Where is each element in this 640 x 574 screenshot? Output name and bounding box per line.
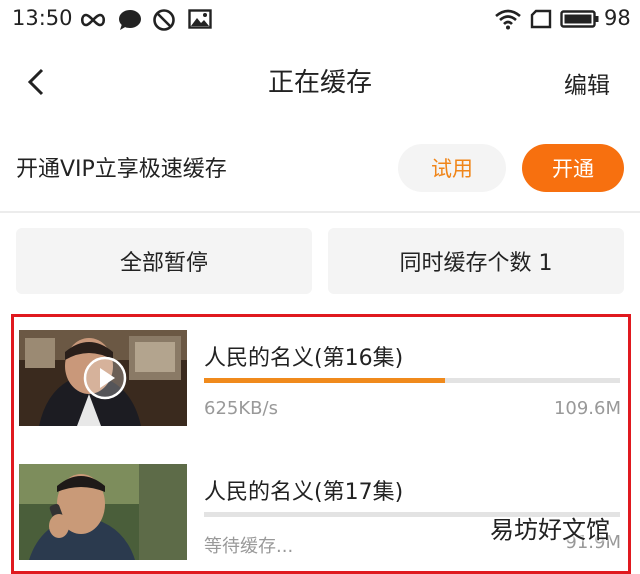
video-thumbnail: [19, 464, 187, 560]
trial-button[interactable]: 试用: [398, 144, 506, 192]
status-bar: 13:50 98: [0, 0, 640, 40]
edit-button[interactable]: 编辑: [564, 66, 610, 100]
download-title: 人民的名义(第16集): [204, 346, 404, 371]
page-title: 正在缓存: [267, 68, 372, 98]
watermark-text: 易坊好文馆: [490, 516, 610, 544]
download-progress-bar: [204, 378, 620, 383]
infinity-icon: [80, 13, 106, 27]
wifi-icon: [495, 9, 521, 30]
play-icon: [83, 356, 127, 400]
download-item[interactable]: 人民的名义(第16集) 625KB/s 109.6M: [19, 330, 623, 430]
video-thumbnail: [19, 330, 187, 426]
download-title: 人民的名义(第17集): [204, 480, 404, 505]
image-icon: [188, 9, 212, 29]
vip-banner: 开通VIP立享极速缓存 试用 开通: [0, 136, 640, 198]
do-not-disturb-icon: [153, 9, 175, 31]
open-vip-button[interactable]: 开通: [522, 144, 624, 192]
download-progress-fill: [204, 378, 446, 383]
concurrent-downloads-button[interactable]: 同时缓存个数 1: [328, 228, 624, 294]
status-time: 13:50: [12, 6, 73, 30]
chat-bubble-icon: [119, 10, 141, 30]
battery-percent: 98: [604, 6, 631, 30]
sim-icon: [530, 9, 552, 29]
pause-all-button[interactable]: 全部暂停: [16, 228, 312, 294]
vip-promo-text: 开通VIP立享极速缓存: [16, 157, 227, 182]
download-speed: 等待缓存...: [204, 536, 294, 557]
thumbnail-image: [19, 464, 187, 560]
download-speed: 625KB/s: [204, 398, 278, 419]
download-size: 109.6M: [553, 398, 621, 419]
battery-icon: [560, 10, 599, 28]
divider: [0, 211, 640, 213]
header: 正在缓存 编辑: [0, 50, 640, 112]
